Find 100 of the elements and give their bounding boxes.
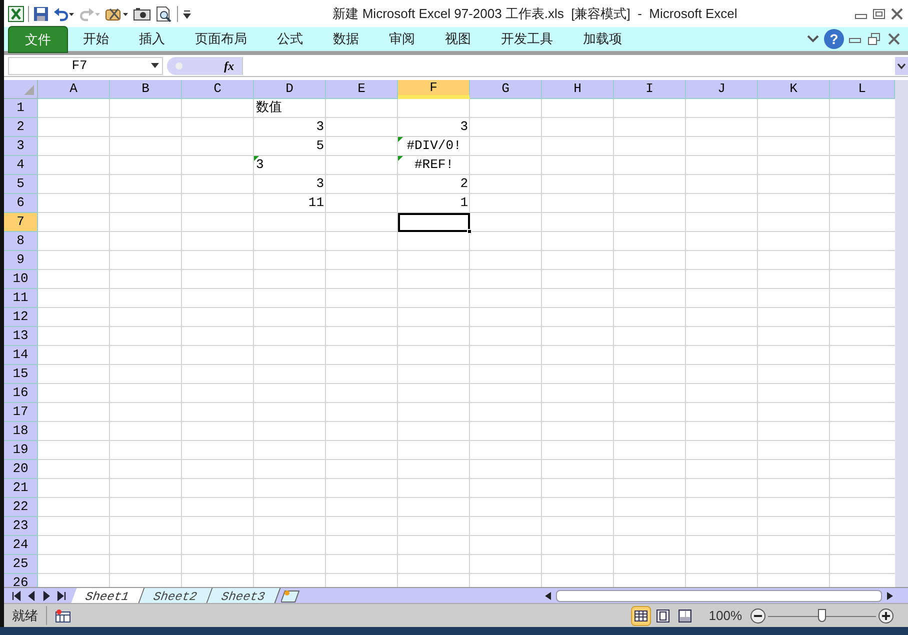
file-tab[interactable]: 文件: [8, 26, 68, 53]
first-sheet-icon[interactable]: [12, 590, 21, 600]
cancel-dot-icon: [175, 60, 183, 70]
row-header[interactable]: 24: [4, 536, 38, 555]
row-header[interactable]: 12: [4, 308, 38, 327]
row-header[interactable]: 21: [4, 479, 38, 498]
table-cell-text: 3: [459, 118, 469, 136]
page-layout-view-icon: [654, 608, 671, 624]
save-icon[interactable]: [33, 6, 49, 22]
table-cell-text: 11: [307, 194, 325, 212]
row-header[interactable]: 22: [4, 498, 38, 517]
column-header[interactable]: L: [830, 80, 895, 99]
close-icon[interactable]: [890, 8, 904, 20]
row-header[interactable]: 20: [4, 460, 38, 479]
name-box[interactable]: F7: [8, 56, 163, 74]
row-header[interactable]: 4: [4, 156, 38, 175]
normal-view-icon: [632, 608, 649, 624]
column-header[interactable]: A: [38, 80, 110, 99]
table-cell-text: 2: [459, 175, 469, 193]
row-header[interactable]: 17: [4, 403, 38, 422]
restore-icon[interactable]: [866, 32, 882, 46]
ribbon-tab[interactable]: 数据: [318, 26, 374, 52]
maximize-icon[interactable]: [872, 8, 886, 20]
fill-handle[interactable]: [467, 229, 472, 234]
row-header[interactable]: 16: [4, 384, 38, 403]
column-header[interactable]: I: [614, 80, 686, 99]
ribbon-tab[interactable]: 审阅: [374, 26, 430, 52]
row-header[interactable]: 10: [4, 270, 38, 289]
row-header[interactable]: 19: [4, 441, 38, 460]
scroll-left-icon[interactable]: [544, 590, 552, 600]
window-title: 新建 Microsoft Excel 97-2003 工作表.xls [兼容模式] - Microsoft Excel: [332, 4, 738, 23]
column-header[interactable]: E: [326, 80, 398, 99]
spreadsheet-logo-icon[interactable]: [8, 6, 24, 22]
row-header[interactable]: 3: [4, 137, 38, 156]
dropdown-arrow-icon[interactable]: [150, 62, 160, 70]
view-button[interactable]: [630, 606, 651, 626]
scroll-right-icon[interactable]: [886, 590, 894, 600]
vertical-scrollbar[interactable]: [895, 80, 908, 587]
macro-recording-icon[interactable]: [55, 608, 71, 622]
table-cell: #DIV/0!: [398, 137, 470, 156]
row-header[interactable]: 5: [4, 175, 38, 194]
page-break-view-icon: [676, 608, 693, 624]
ribbon-tab[interactable]: 加载项: [568, 26, 637, 52]
cell-reference: F7: [70, 56, 88, 75]
row-header[interactable]: 26: [4, 574, 38, 587]
ribbon-tab[interactable]: 页面布局: [180, 26, 262, 52]
table-cell-text: 1: [459, 194, 469, 212]
next-sheet-icon[interactable]: [42, 590, 51, 600]
table-cell-text: 3: [254, 156, 265, 174]
ribbon-tab[interactable]: 插入: [124, 26, 180, 52]
row-header[interactable]: 18: [4, 422, 38, 441]
column-header[interactable]: G: [470, 80, 542, 99]
insert-function-button[interactable]: fx: [224, 56, 234, 74]
corner-triangle-icon: [23, 84, 35, 96]
slider-thumb[interactable]: [818, 608, 826, 622]
row-header[interactable]: 25: [4, 555, 38, 574]
table-cell-text: 3: [315, 118, 325, 136]
column-header[interactable]: B: [110, 80, 182, 99]
print-preview-icon[interactable]: [155, 6, 173, 22]
row-header[interactable]: 14: [4, 346, 38, 365]
table-cell: #REF!: [398, 156, 470, 175]
row-header[interactable]: 13: [4, 327, 38, 346]
expand-formula-bar-icon[interactable]: [895, 56, 908, 74]
ribbon-tab[interactable]: 公式: [262, 26, 318, 52]
zoom-slider[interactable]: [768, 608, 876, 622]
row-header[interactable]: 8: [4, 232, 38, 251]
help-button[interactable]: ?: [824, 29, 844, 49]
column-header[interactable]: D: [254, 80, 326, 99]
column-header[interactable]: C: [182, 80, 254, 99]
column-header[interactable]: H: [542, 80, 614, 99]
row-header[interactable]: 23: [4, 517, 38, 536]
row-header[interactable]: 15: [4, 365, 38, 384]
row-header[interactable]: 9: [4, 251, 38, 270]
last-sheet-icon[interactable]: [57, 590, 66, 600]
status-text: 就绪: [4, 606, 47, 626]
redo-icon: [79, 6, 101, 22]
ribbon-tab[interactable]: 开始: [68, 26, 124, 52]
column-header[interactable]: J: [686, 80, 758, 99]
sheet-tab[interactable]: Sheet1: [71, 588, 145, 603]
sheet-tab[interactable]: Sheet2: [140, 588, 214, 603]
previous-sheet-icon[interactable]: [27, 590, 36, 600]
camera-icon[interactable]: [133, 6, 151, 22]
row-header[interactable]: 11: [4, 289, 38, 308]
active-cell[interactable]: [398, 213, 470, 232]
scrollbar-thumb[interactable]: [556, 590, 882, 602]
table-cell-text: 数值: [255, 99, 283, 117]
column-header[interactable]: F: [398, 80, 470, 99]
ribbon-tab[interactable]: 视图: [430, 26, 486, 52]
ribbon-tab[interactable]: 开发工具: [486, 26, 568, 52]
zoom-level: 100%: [708, 606, 742, 625]
undo-icon[interactable]: [53, 6, 75, 22]
zoom-out-icon[interactable]: [750, 608, 766, 624]
row-header[interactable]: 1: [4, 99, 38, 118]
tools-icon[interactable]: [105, 6, 129, 22]
row-header[interactable]: 2: [4, 118, 38, 137]
row-header[interactable]: 7: [4, 213, 38, 232]
row-header[interactable]: 6: [4, 194, 38, 213]
close-icon[interactable]: [886, 33, 902, 45]
column-header[interactable]: K: [758, 80, 830, 99]
zoom-in-icon[interactable]: [878, 608, 894, 624]
